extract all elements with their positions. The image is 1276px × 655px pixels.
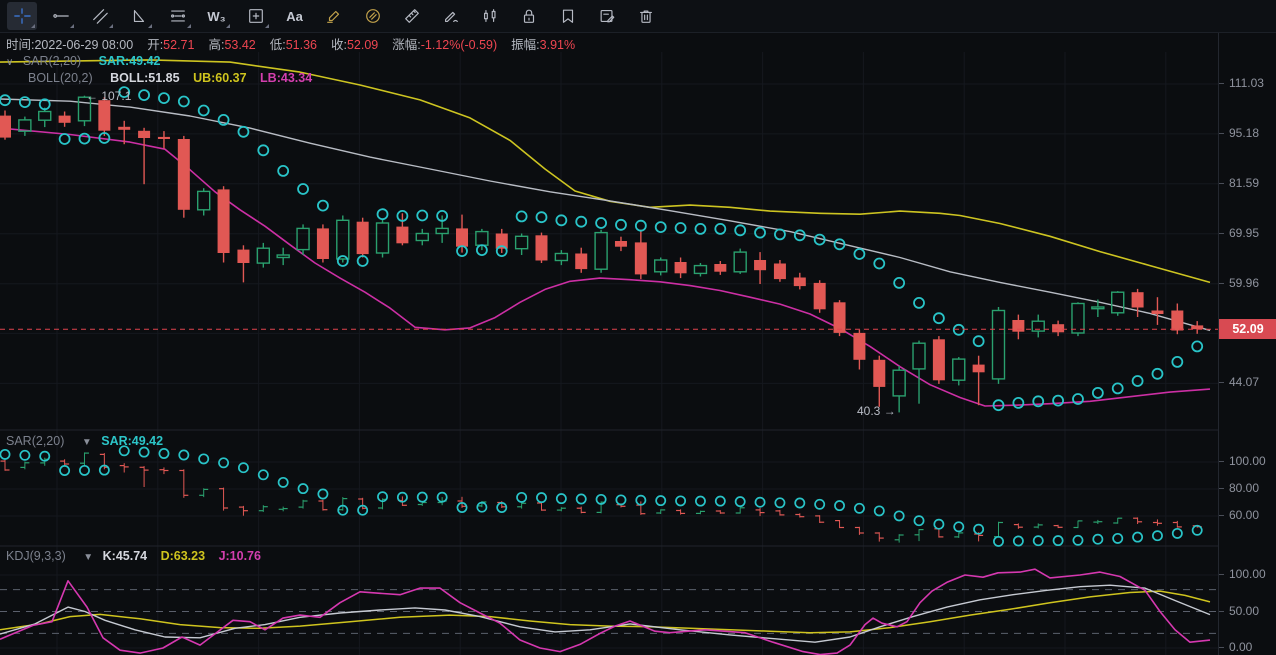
kdj-k-value: K:45.74 [103, 549, 147, 563]
trend-line-tool-button[interactable] [85, 2, 115, 30]
ruler-icon [403, 6, 421, 26]
candlestick-icon [481, 6, 499, 26]
info-high: 高:53.42 [208, 34, 255, 53]
trash-icon [637, 6, 655, 26]
price-axis-label: 69.95 [1229, 226, 1259, 240]
price-axis-label: 81.59 [1229, 176, 1259, 190]
main-pane-header: ∨ SAR(2,20) SAR:49.42 [6, 54, 161, 68]
dropdown-corner-icon [31, 24, 35, 28]
sar-axis-label: 100.00 [1229, 454, 1266, 468]
pen-icon [442, 6, 460, 26]
kdj-pane-title[interactable]: KDJ(9,3,3) [6, 549, 66, 563]
high-price-annotation: ← 107.1 [86, 89, 132, 103]
info-time: 时间:2022-06-29 08:00 [6, 34, 133, 53]
price-axis[interactable]: 52.09 111.03 95.18 81.59 69.95 59.96 44.07 100… [1218, 32, 1276, 655]
pattern-tool-button[interactable] [475, 2, 505, 30]
triangle-tool-button[interactable] [124, 2, 154, 30]
sar-indicator-value: SAR:49.42 [99, 54, 161, 68]
brush-tool-button[interactable] [436, 2, 466, 30]
rectangle-tool-button[interactable] [241, 2, 271, 30]
sar-pane-value: SAR:49.42 [101, 434, 163, 448]
boll-mid-value: BOLL:51.85 [110, 71, 179, 85]
bookmark-tool-button[interactable] [553, 2, 583, 30]
sar-axis-label: 80.00 [1229, 481, 1259, 495]
dropdown-corner-icon [148, 24, 152, 28]
text-tool-icon: Aa [286, 9, 303, 24]
circle-slash-icon [364, 6, 382, 26]
dropdown-corner-icon [70, 24, 74, 28]
highlighter-icon [325, 6, 343, 26]
note-edit-icon [598, 6, 616, 26]
crosshair-tool-button[interactable] [7, 2, 37, 30]
kdj-pane-chevron-icon[interactable]: ▼ [83, 552, 93, 563]
horizontal-line-icon [52, 6, 70, 26]
kdj-axis-label: 50.00 [1229, 604, 1259, 618]
notes-tool-button[interactable] [592, 2, 622, 30]
crosshair-icon [13, 6, 31, 26]
kdj-axis-label: 0.00 [1229, 640, 1252, 654]
info-low: 低:51.36 [270, 34, 317, 53]
kdj-pane-header: KDJ(9,3,3) ▼ K:45.74 D:63.23 J:10.76 [6, 549, 261, 563]
dropdown-corner-icon [109, 24, 113, 28]
info-change: 涨幅:-1.12%(-0.59) [392, 34, 497, 53]
kdj-d-value: D:63.23 [161, 549, 205, 563]
text-tool-button[interactable]: Aa [280, 2, 310, 30]
info-close: 收:52.09 [331, 34, 378, 53]
bookmark-icon [559, 6, 577, 26]
sar-pane-chevron-icon[interactable]: ▼ [82, 437, 92, 448]
info-open: 开:52.71 [147, 34, 194, 53]
triangle-icon [130, 6, 148, 26]
dropdown-corner-icon [226, 24, 230, 28]
price-axis-label: 44.07 [1229, 375, 1259, 389]
low-price-annotation: 40.3 → [857, 404, 896, 418]
boll-header: BOLL(20,2) BOLL:51.85 UB:60.37 LB:43.34 [28, 71, 312, 85]
trend-line-icon [91, 6, 109, 26]
horizontal-line-tool-button[interactable] [46, 2, 76, 30]
boll-upper-value: UB:60.37 [193, 71, 247, 85]
last-price-badge: 52.09 [1219, 319, 1276, 339]
delete-tool-button[interactable] [631, 2, 661, 30]
drawing-toolbar: W₃ Aa [0, 0, 1276, 33]
dropdown-corner-icon [187, 24, 191, 28]
price-axis-label: 111.03 [1229, 76, 1264, 90]
trading-chart-app: W₃ Aa 时间:2022-06-29 08:00 开:52.71 高:53.4… [0, 0, 1276, 655]
sar-indicator-title[interactable]: SAR(2,20) [23, 54, 81, 68]
ruler-tool-button[interactable] [397, 2, 427, 30]
fib-lines-icon [169, 6, 187, 26]
ohlc-info-bar: 时间:2022-06-29 08:00 开:52.71 高:53.42 低:51… [6, 34, 589, 52]
collapse-chevron-icon[interactable]: ∨ [6, 57, 13, 68]
price-axis-label: 95.18 [1229, 126, 1259, 140]
kdj-j-value: J:10.76 [219, 549, 261, 563]
price-axis-label: 59.96 [1229, 276, 1259, 290]
boll-indicator-title[interactable]: BOLL(20,2) [28, 71, 93, 85]
kdj-axis-label: 100.00 [1229, 567, 1266, 581]
wave-tool-button[interactable]: W₃ [202, 2, 232, 30]
rectangle-plus-icon [247, 6, 265, 26]
sar-pane-title[interactable]: SAR(2,20) [6, 434, 64, 448]
sar-axis-label: 60.00 [1229, 508, 1259, 522]
lock-tool-button[interactable] [514, 2, 544, 30]
boll-lower-value: LB:43.34 [260, 71, 312, 85]
info-amplitude: 振幅:3.91% [511, 34, 575, 53]
sar-pane-header: SAR(2,20) ▼ SAR:49.42 [6, 434, 163, 448]
dropdown-corner-icon [265, 24, 269, 28]
wave-icon: W₃ [207, 9, 225, 24]
highlighter-tool-button[interactable] [319, 2, 349, 30]
lock-icon [520, 6, 538, 26]
measure-disabled-tool-button[interactable] [358, 2, 388, 30]
fib-retracement-tool-button[interactable] [163, 2, 193, 30]
